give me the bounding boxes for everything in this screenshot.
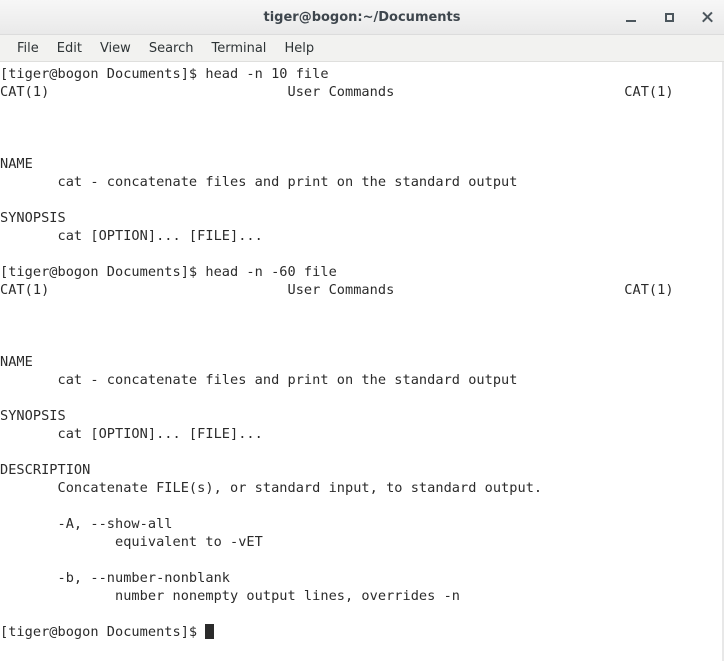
terminal-line: NAME: [0, 156, 33, 172]
menu-item-help[interactable]: Help: [275, 39, 323, 58]
terminal-window: tiger@bogon:~/Documents File Edit View S…: [0, 0, 724, 661]
menu-item-view[interactable]: View: [91, 39, 140, 58]
terminal-output: [tiger@bogon Documents]$ head -n 10 file…: [0, 65, 722, 641]
terminal-line: CAT(1) User Commands CAT(1): [0, 84, 674, 100]
terminal-line: number nonempty output lines, overrides …: [0, 588, 460, 604]
maximize-icon: [664, 12, 674, 22]
terminal-line: cat [OPTION]... [FILE]...: [0, 426, 263, 442]
terminal-line: -A, --show-all: [0, 516, 173, 532]
terminal-line: equivalent to -vET: [0, 534, 263, 550]
menu-item-terminal[interactable]: Terminal: [202, 39, 275, 58]
menu-item-edit[interactable]: Edit: [48, 39, 91, 58]
shell-prompt: [tiger@bogon Documents]$: [0, 624, 206, 640]
window-controls: [620, 0, 718, 34]
terminal-prompt-line: [tiger@bogon Documents]$: [0, 623, 722, 641]
terminal-line: -b, --number-nonblank: [0, 570, 230, 586]
text-cursor: [205, 624, 214, 639]
terminal-line: cat - concatenate files and print on the…: [0, 174, 518, 190]
terminal-line: SYNOPSIS: [0, 408, 66, 424]
menu-item-search[interactable]: Search: [140, 39, 203, 58]
terminal-line: [tiger@bogon Documents]$ head -n 10 file: [0, 66, 329, 82]
terminal-line: DESCRIPTION: [0, 462, 91, 478]
window-title: tiger@bogon:~/Documents: [263, 9, 461, 25]
minimize-button[interactable]: [620, 6, 642, 28]
maximize-button[interactable]: [658, 6, 680, 28]
terminal-line: Concatenate FILE(s), or standard input, …: [0, 480, 543, 496]
terminal-line: [tiger@bogon Documents]$ head -n -60 fil…: [0, 264, 337, 280]
minimize-icon: [626, 20, 636, 22]
terminal-screen[interactable]: [tiger@bogon Documents]$ head -n 10 file…: [0, 62, 724, 661]
close-button[interactable]: [696, 6, 718, 28]
close-icon: [701, 11, 713, 23]
terminal-line: SYNOPSIS: [0, 210, 66, 226]
terminal-line: cat - concatenate files and print on the…: [0, 372, 518, 388]
terminal-line: CAT(1) User Commands CAT(1): [0, 282, 674, 298]
menu-bar: File Edit View Search Terminal Help: [0, 35, 724, 62]
terminal-line: cat [OPTION]... [FILE]...: [0, 228, 263, 244]
title-bar[interactable]: tiger@bogon:~/Documents: [0, 0, 724, 35]
menu-item-file[interactable]: File: [8, 39, 48, 58]
terminal-line: NAME: [0, 354, 33, 370]
